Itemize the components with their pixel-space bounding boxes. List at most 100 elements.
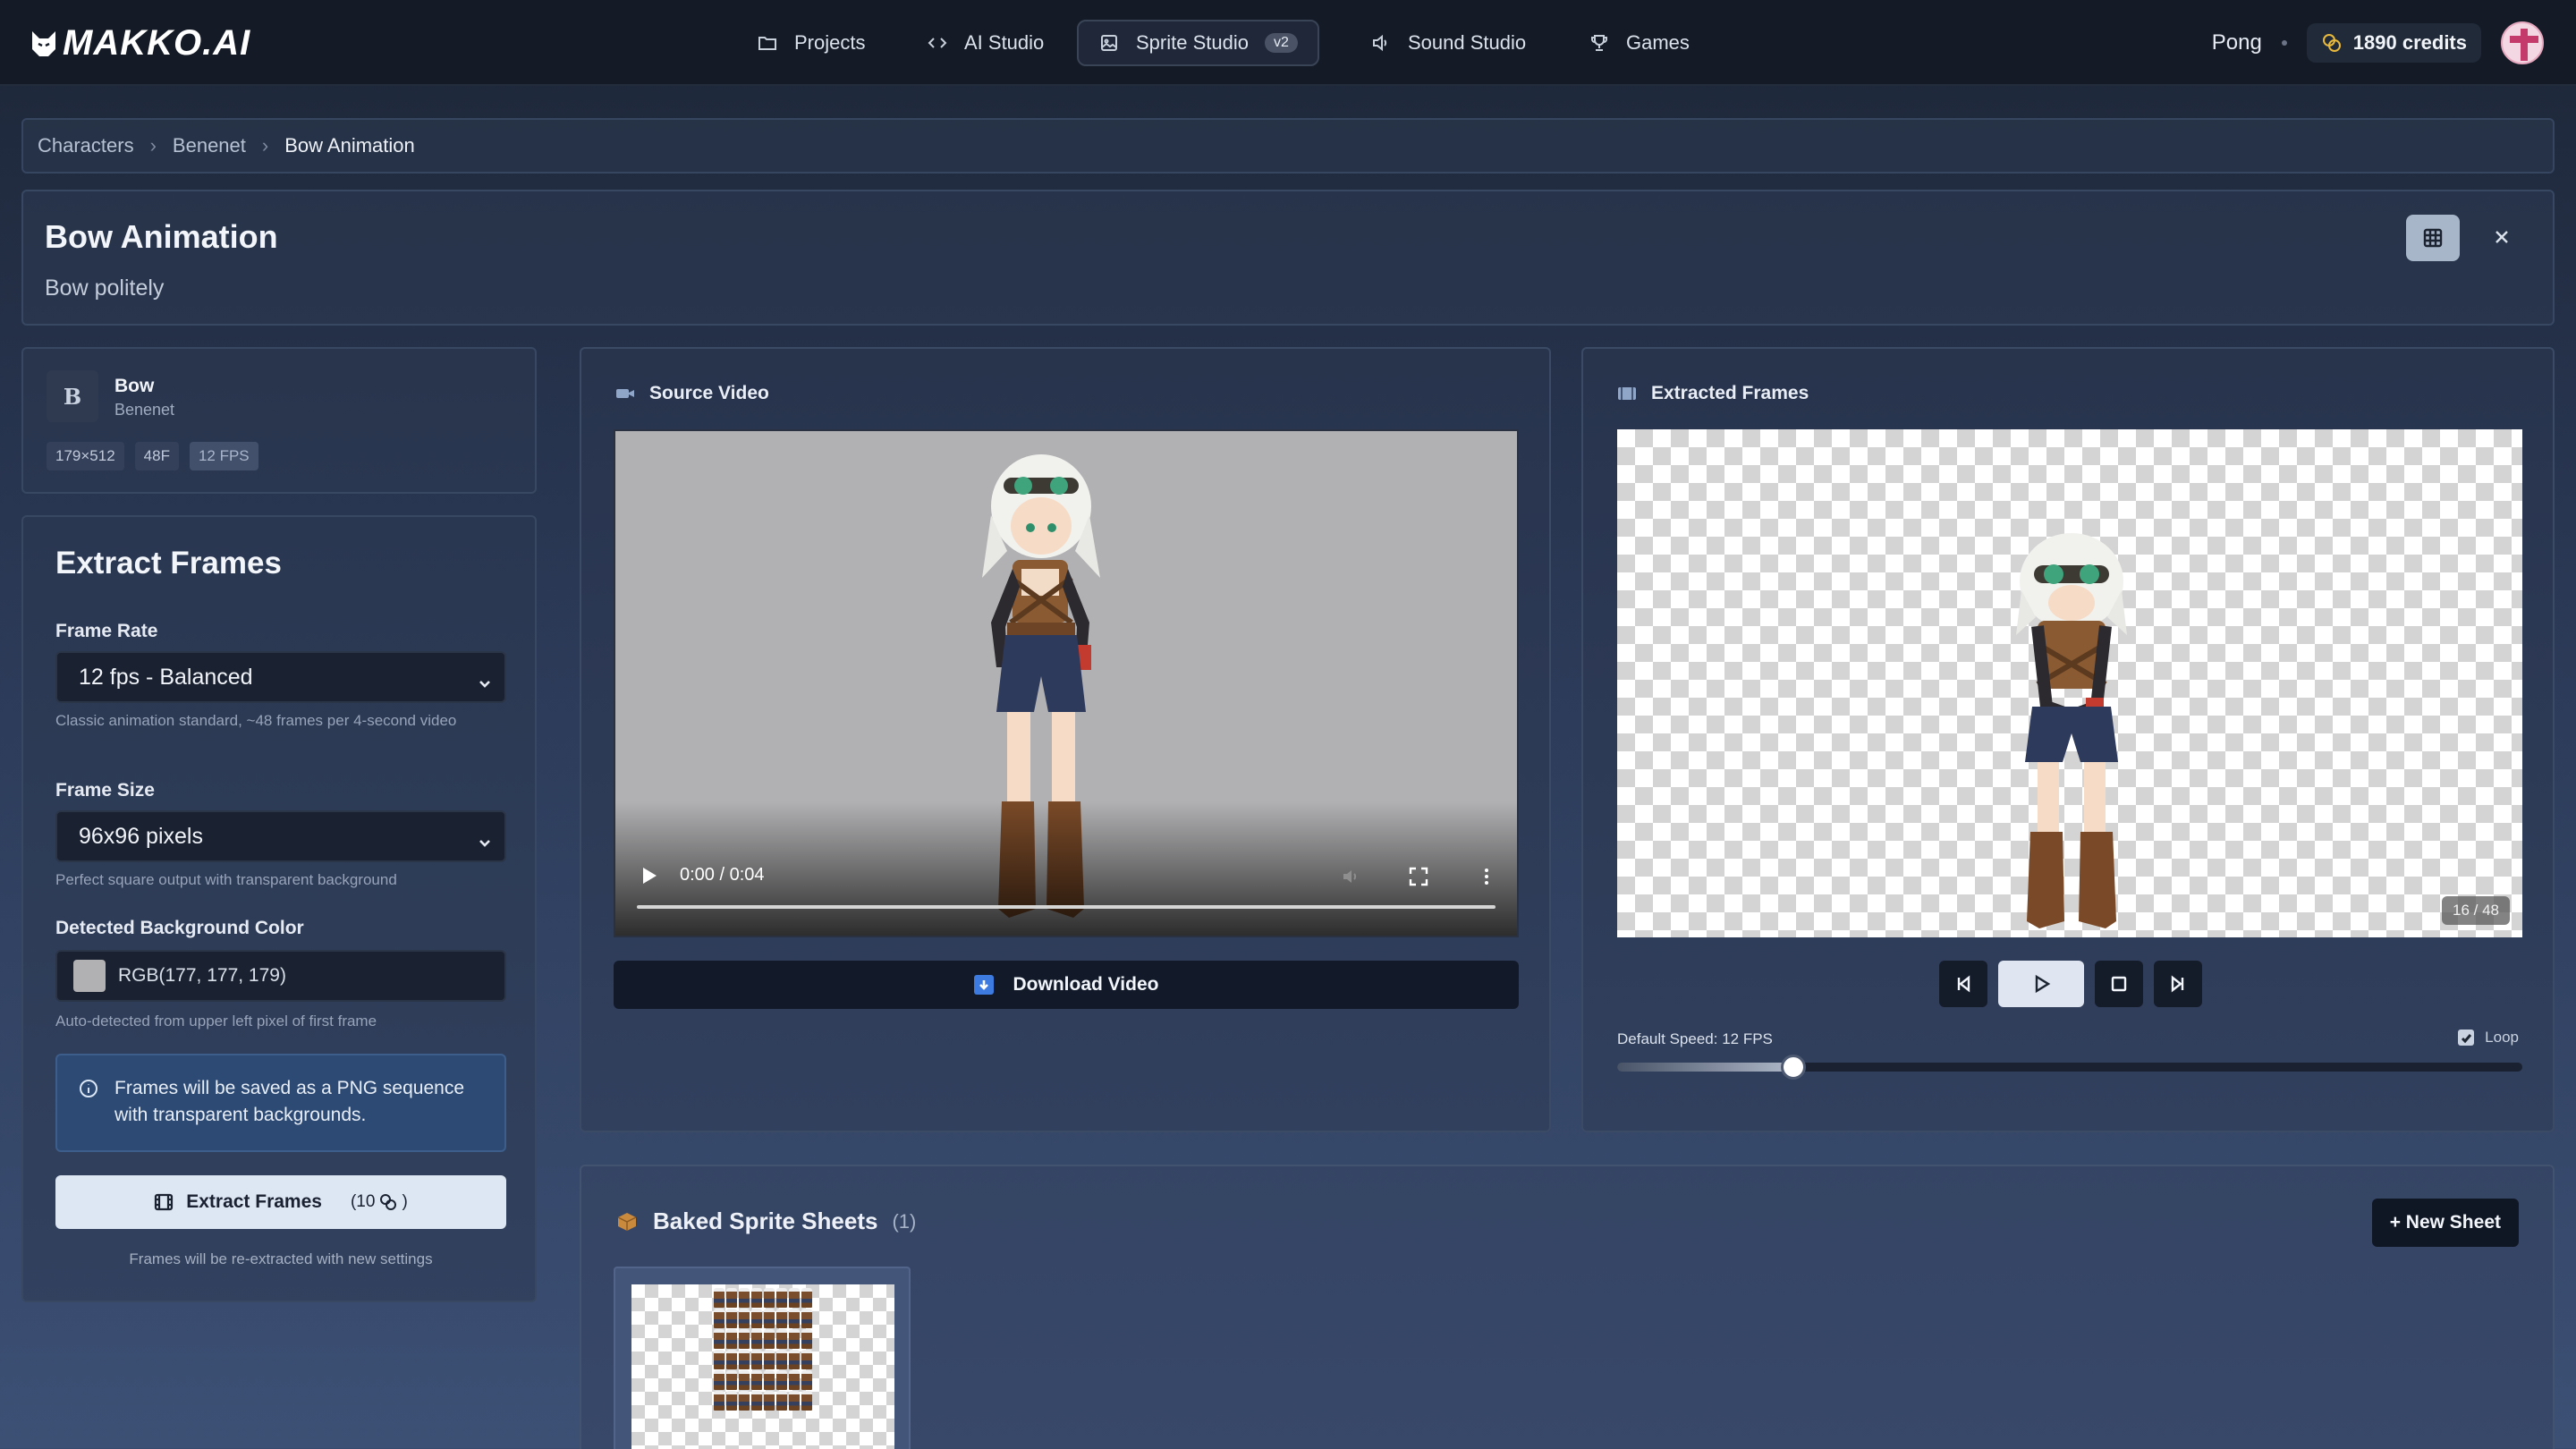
previous-frame-button[interactable] [1939, 961, 1987, 1007]
info-icon [80, 1080, 97, 1097]
sprite-frame-thumb [714, 1329, 724, 1349]
info-box: Frames will be saved as a PNG sequence w… [55, 1054, 506, 1152]
nav-projects[interactable]: Projects [737, 20, 885, 66]
extract-frames-panel: Extract Frames Frame Rate 12 fps - Balan… [21, 515, 537, 1302]
logo-text: MAKKO.AI [63, 22, 251, 63]
fps-tag: 12 FPS [189, 442, 258, 470]
sprite-frame-thumb [776, 1370, 787, 1390]
close-button[interactable] [2487, 222, 2517, 252]
sprite-frame-thumb [751, 1391, 762, 1411]
speed-slider-thumb[interactable] [1781, 1055, 1807, 1080]
breadcrumb-character[interactable]: Benenet [173, 134, 246, 157]
speed-slider[interactable] [1617, 1055, 2522, 1080]
version-badge: v2 [1264, 33, 1298, 53]
extract-cost: (10 ) [351, 1192, 408, 1212]
sprite-frame-thumb [739, 1391, 750, 1411]
more-vertical-icon[interactable] [1476, 866, 1497, 887]
video-player[interactable]: 0:00 / 0:04 [614, 429, 1519, 937]
video-camera-icon [616, 389, 634, 398]
extracted-frames-panel: Extracted Frames 16 / 48 Default Speed: … [1581, 347, 2555, 1132]
sprite-frame-thumb [789, 1288, 800, 1308]
sprite-frame-thumb [751, 1288, 762, 1308]
credits-label: 1890 credits [2352, 31, 2467, 54]
sprite-frame-thumb [801, 1288, 812, 1308]
frames-view-button[interactable] [2406, 215, 2460, 261]
breadcrumb-current: Bow Animation [284, 134, 415, 157]
sprite-frame-thumb [789, 1391, 800, 1411]
skip-forward-icon [2171, 975, 2184, 993]
sprite-frame-thumb [714, 1288, 724, 1308]
loop-checkbox[interactable] [2458, 1030, 2475, 1046]
playback-controls [1939, 961, 2202, 1007]
frame-counter: 16 / 48 [2442, 896, 2510, 925]
sprite-frame-thumb [776, 1391, 787, 1411]
frame-rate-label: Frame Rate [55, 621, 158, 641]
makko-logo[interactable]: MAKKO.AI [30, 23, 250, 63]
stop-icon [2111, 976, 2127, 992]
nav-sprite-studio[interactable]: Sprite Studio v2 [1077, 20, 1319, 66]
sprite-frame-thumb [764, 1370, 775, 1390]
chevron-right-icon: › [149, 134, 157, 157]
page-title: Bow Animation [45, 218, 278, 255]
sprite-sheet-card[interactable] [614, 1267, 911, 1449]
speaker-icon [1373, 34, 1387, 52]
frame-size-label: Frame Size [55, 780, 155, 801]
sprite-sheets-header: Baked Sprite Sheets (1) [615, 1208, 916, 1235]
source-video-title: Source Video [649, 383, 769, 403]
frame-size-select[interactable]: 96x96 pixels [55, 810, 506, 862]
bg-color-field[interactable]: RGB(177, 177, 179) [55, 950, 506, 1002]
chevron-right-icon: › [261, 134, 269, 157]
nav-games-label: Games [1626, 31, 1690, 54]
sprite-frame-thumb [726, 1391, 737, 1411]
volume-icon[interactable] [1340, 866, 1361, 887]
sprite-frame-thumb [751, 1370, 762, 1390]
extract-frames-button[interactable]: Extract Frames (10 ) [55, 1175, 506, 1229]
download-video-button[interactable]: Download Video [614, 961, 1519, 1009]
close-icon [2496, 231, 2508, 243]
breadcrumb-characters[interactable]: Characters [38, 134, 134, 157]
sprite-frame-thumb [801, 1391, 812, 1411]
play-button[interactable] [1998, 961, 2084, 1007]
frame-size-hint: Perfect square output with transparent b… [55, 871, 397, 888]
sprite-frame-thumb [739, 1370, 750, 1390]
image-icon [1101, 35, 1117, 51]
sprite-frame-thumb [751, 1309, 762, 1328]
nav-ai-studio[interactable]: AI Studio [907, 20, 1063, 66]
new-sheet-button[interactable]: + New Sheet [2371, 1199, 2519, 1247]
size-tag: 179×512 [47, 442, 124, 470]
avatar[interactable] [2501, 21, 2544, 64]
package-icon [617, 1212, 637, 1231]
sprite-frame-thumb [789, 1370, 800, 1390]
animation-header: Bow Animation Bow politely [21, 190, 2555, 326]
project-name[interactable]: Pong [2212, 30, 2262, 55]
sprite-frame-thumb [764, 1391, 775, 1411]
nav-games[interactable]: Games [1569, 20, 1709, 66]
video-controls-left: 0:00 / 0:04 [640, 865, 765, 886]
next-frame-button[interactable] [2154, 961, 2202, 1007]
frame-rate-select[interactable]: 12 fps - Balanced [55, 651, 506, 703]
trophy-icon [1591, 35, 1607, 51]
cost-prefix: (10 [350, 1192, 376, 1211]
video-progress-bar[interactable] [637, 905, 1496, 909]
cat-logo-icon [32, 31, 55, 56]
nav-sound-studio-label: Sound Studio [1408, 31, 1527, 54]
sprite-sheets-count: (1) [892, 1209, 917, 1233]
speed-slider-fill [1617, 1063, 1794, 1072]
nav-sound-studio[interactable]: Sound Studio [1351, 20, 1546, 66]
credits-badge[interactable]: 1890 credits [2306, 23, 2481, 63]
extract-title: Extract Frames [55, 546, 282, 580]
breadcrumb: Characters › Benenet › Bow Animation [21, 118, 2555, 174]
sprite-frame-thumb [751, 1350, 762, 1369]
frames-tag: 48F [134, 442, 179, 470]
sprite-frame-thumb [776, 1288, 787, 1308]
sprite-frame-thumb [726, 1288, 737, 1308]
fullscreen-icon[interactable] [1408, 866, 1429, 887]
loop-toggle[interactable]: Loop [2458, 1029, 2519, 1046]
stop-button[interactable] [2095, 961, 2143, 1007]
extracted-frames-title: Extracted Frames [1651, 383, 1809, 403]
bowing-character-sprite [2016, 533, 2127, 928]
bg-color-hint: Auto-detected from upper left pixel of f… [55, 1013, 377, 1030]
sprite-frame-thumb [739, 1288, 750, 1308]
nav-sprite-studio-label: Sprite Studio [1136, 31, 1249, 54]
play-icon[interactable] [640, 866, 658, 886]
